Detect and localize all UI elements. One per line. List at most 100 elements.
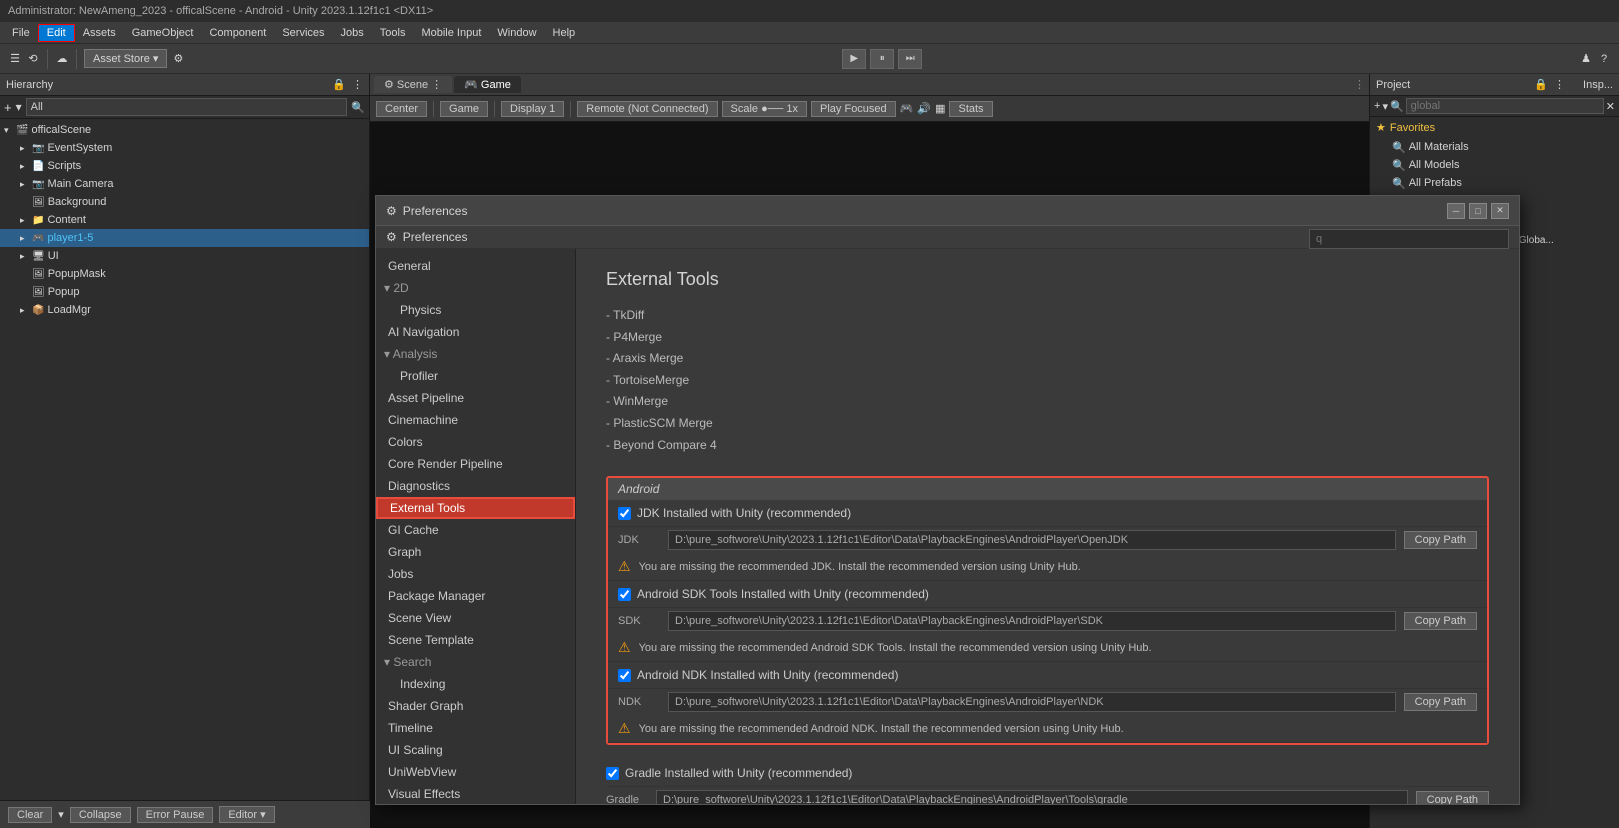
cloud-icon[interactable]: ☁ <box>55 52 69 66</box>
ndk-path-input[interactable] <box>668 692 1396 712</box>
menu-tools[interactable]: Tools <box>372 25 414 41</box>
add-hierarchy-btn[interactable]: + <box>4 100 12 115</box>
display-dropdown[interactable]: Display 1 <box>501 101 564 117</box>
clear-btn[interactable]: Clear <box>8 807 52 823</box>
tab-game[interactable]: 🎮 Game <box>454 76 521 93</box>
pref-nav-uniwebview[interactable]: UniWebView <box>376 761 575 783</box>
pref-nav-general[interactable]: General <box>376 255 575 277</box>
project-all-materials[interactable]: 🔍 All Materials <box>1376 138 1613 156</box>
sdk-copy-btn[interactable]: Copy Path <box>1404 612 1477 630</box>
jdk-checkbox[interactable] <box>618 507 631 520</box>
pref-search-container <box>1309 229 1509 249</box>
pref-nav-profiler[interactable]: Profiler <box>376 365 575 387</box>
pause-button[interactable]: ⏸ <box>870 49 894 69</box>
pref-nav-jobs[interactable]: Jobs <box>376 563 575 585</box>
hierarchy-search-input[interactable] <box>26 98 348 116</box>
pref-minimize-btn[interactable]: ─ <box>1447 203 1465 219</box>
asset-store-btn[interactable]: Asset Store ▾ <box>84 49 167 68</box>
play-button[interactable]: ▶ <box>842 49 866 69</box>
pref-nav-corerender[interactable]: Core Render Pipeline <box>376 453 575 475</box>
menu-file[interactable]: File <box>4 25 38 41</box>
pref-nav-sceneview[interactable]: Scene View <box>376 607 575 629</box>
remote-dropdown[interactable]: Remote (Not Connected) <box>577 101 717 117</box>
center-dropdown[interactable]: Center <box>376 101 427 117</box>
project-all-models[interactable]: 🔍 All Models <box>1376 156 1613 174</box>
settings-icon[interactable]: ⚙ <box>171 52 185 66</box>
tree-item-background[interactable]: 🖼 Background <box>0 193 369 211</box>
project-search-input[interactable] <box>1406 98 1604 114</box>
pref-nav-colors[interactable]: Colors <box>376 431 575 453</box>
tree-item-popupmask[interactable]: 🖼 PopupMask <box>0 265 369 283</box>
help-icon[interactable]: ? <box>1597 52 1611 66</box>
pref-nav-cinemachine[interactable]: Cinemachine <box>376 409 575 431</box>
project-all-prefabs[interactable]: 🔍 All Prefabs <box>1376 174 1613 192</box>
pref-nav-shadergraph[interactable]: Shader Graph <box>376 695 575 717</box>
tree-item-popup[interactable]: 🖼 Popup <box>0 283 369 301</box>
pref-close-btn[interactable]: ✕ <box>1491 203 1509 219</box>
project-lock-icon[interactable]: 🔒 <box>1534 78 1548 91</box>
pref-nav-search[interactable]: ▾ Search <box>376 651 575 673</box>
stats-btn[interactable]: Stats <box>949 101 992 117</box>
pref-nav-indexing[interactable]: Indexing <box>376 673 575 695</box>
gradle-copy-btn[interactable]: Copy Path <box>1416 791 1489 804</box>
pref-nav-scenetemplate[interactable]: Scene Template <box>376 629 575 651</box>
pref-nav-analysis[interactable]: ▾ Analysis <box>376 343 575 365</box>
collab-icon[interactable]: ♟ <box>1579 52 1593 66</box>
menu-window[interactable]: Window <box>489 25 544 41</box>
sdk-path-input[interactable] <box>668 611 1396 631</box>
hierarchy-menu-icon[interactable]: ⋮ <box>352 78 363 91</box>
tab-menu-icon[interactable]: ⋮ <box>1354 78 1365 91</box>
pref-nav-diagnostics[interactable]: Diagnostics <box>376 475 575 497</box>
pref-nav-vfx[interactable]: Visual Effects <box>376 783 575 804</box>
step-button[interactable]: ⏭ <box>898 49 922 69</box>
pref-nav-uiscaling[interactable]: UI Scaling <box>376 739 575 761</box>
pref-nav-ai[interactable]: AI Navigation <box>376 321 575 343</box>
pref-nav-physics[interactable]: Physics <box>376 299 575 321</box>
tree-item-eventsystem[interactable]: ▸ 📷 EventSystem <box>0 139 369 157</box>
scale-label[interactable]: Scale ●── 1x <box>722 101 807 117</box>
collapse-btn[interactable]: Collapse <box>70 807 131 823</box>
tree-item-scripts[interactable]: ▸ 📄 Scripts <box>0 157 369 175</box>
pref-nav-externaltools[interactable]: External Tools <box>376 497 575 519</box>
menu-jobs[interactable]: Jobs <box>333 25 372 41</box>
jdk-path-input[interactable] <box>668 530 1396 550</box>
pref-nav-2d[interactable]: ▾ 2D <box>376 277 575 299</box>
jdk-copy-btn[interactable]: Copy Path <box>1404 531 1477 549</box>
tree-item-content[interactable]: ▸ 📁 Content <box>0 211 369 229</box>
menu-edit[interactable]: Edit <box>38 24 75 42</box>
tree-item-ui[interactable]: ▸ 🖥 UI <box>0 247 369 265</box>
tree-item-maincamera[interactable]: ▸ 📷 Main Camera <box>0 175 369 193</box>
sdk-checkbox[interactable] <box>618 588 631 601</box>
pref-maximize-btn[interactable]: □ <box>1469 203 1487 219</box>
tab-scene[interactable]: ⚙ Scene ⋮ <box>374 76 452 93</box>
project-add-btn[interactable]: + <box>1374 100 1380 112</box>
pref-nav-packagemanager[interactable]: Package Manager <box>376 585 575 607</box>
tree-item-loadmgr[interactable]: ▸ 📦 LoadMgr <box>0 301 369 319</box>
pref-nav-assetpipeline[interactable]: Asset Pipeline <box>376 387 575 409</box>
error-pause-btn[interactable]: Error Pause <box>137 807 214 823</box>
project-cancel-icon[interactable]: ✕ <box>1606 100 1615 113</box>
pref-nav-timeline[interactable]: Timeline <box>376 717 575 739</box>
menu-services[interactable]: Services <box>274 25 332 41</box>
tree-item-player15[interactable]: ▸ 🎮 player1-5 <box>0 229 369 247</box>
hierarchy-lock-icon[interactable]: 🔒 <box>332 78 346 91</box>
gradle-path-input[interactable] <box>656 790 1408 804</box>
ndk-copy-btn[interactable]: Copy Path <box>1404 693 1477 711</box>
gradle-checkbox[interactable] <box>606 767 619 780</box>
pref-nav-graph[interactable]: Graph <box>376 541 575 563</box>
menu-help[interactable]: Help <box>545 25 584 41</box>
menu-assets[interactable]: Assets <box>75 25 124 41</box>
menu-gameobject[interactable]: GameObject <box>124 25 202 41</box>
tree-item-officalscene[interactable]: ▾ 🎬 officalScene <box>0 121 369 139</box>
icon-ui: 🖥 <box>32 251 45 262</box>
game-dropdown[interactable]: Game <box>440 101 488 117</box>
pref-nav-gicache[interactable]: GI Cache <box>376 519 575 541</box>
play-focused-btn[interactable]: Play Focused <box>811 101 896 117</box>
project-menu-icon[interactable]: ⋮ <box>1554 78 1565 91</box>
menu-mobileinput[interactable]: Mobile Input <box>413 25 489 41</box>
menu-component[interactable]: Component <box>201 25 274 41</box>
diff-tool-4: - TortoiseMerge <box>606 370 1489 392</box>
pref-search-input[interactable] <box>1309 229 1509 249</box>
ndk-checkbox[interactable] <box>618 669 631 682</box>
editor-btn[interactable]: Editor ▾ <box>219 806 274 823</box>
